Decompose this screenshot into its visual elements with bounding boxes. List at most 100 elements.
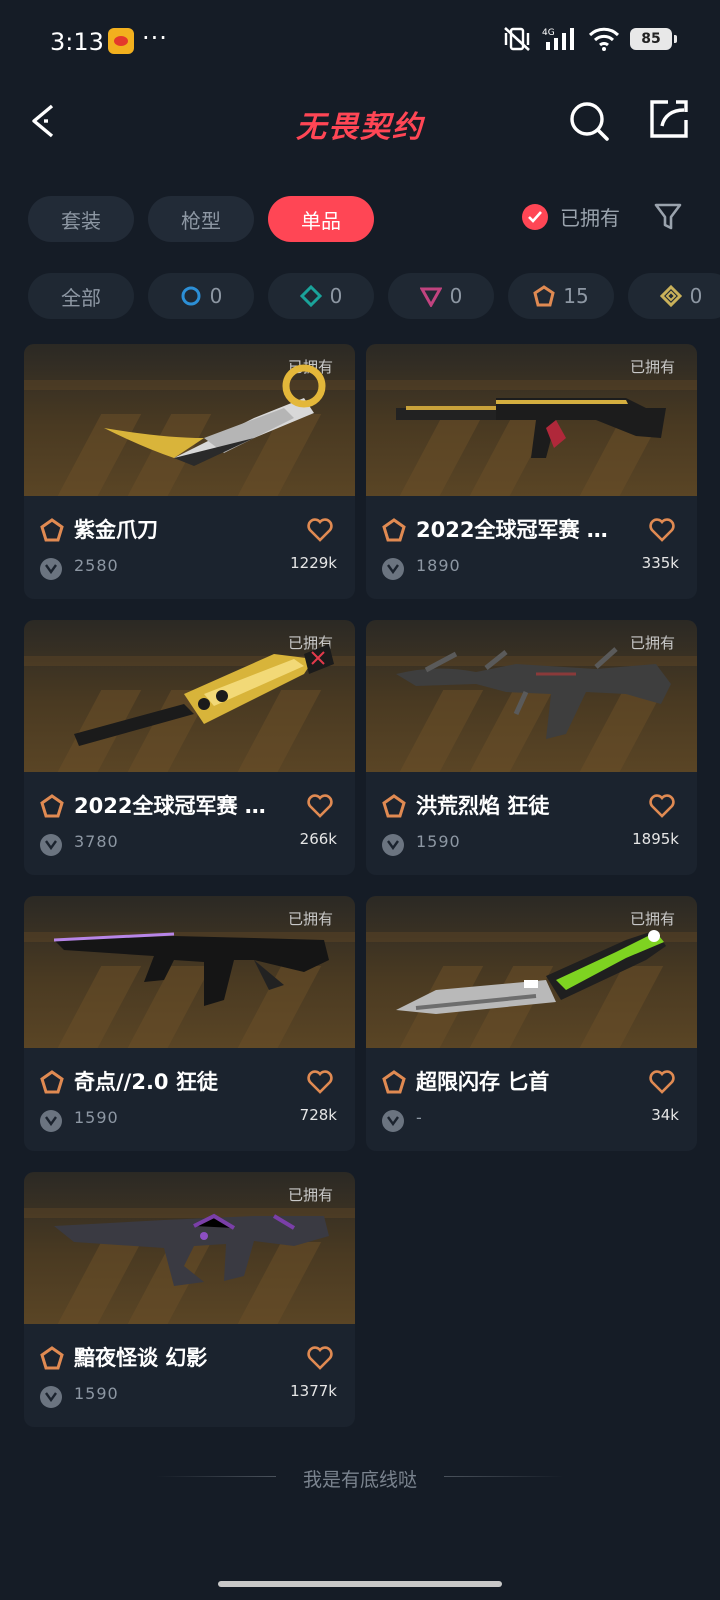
heart-icon[interactable] [307,794,333,818]
ultra-tier-icon [659,285,682,307]
tab-weapon-types[interactable]: 枪型 [148,196,254,242]
butterfly-knife-image [74,644,334,746]
exclusive-tier-icon [40,1070,64,1094]
skin-price: 3780 [74,832,119,851]
owned-filter-label: 已拥有 [560,206,620,230]
rarity-filter-ultra[interactable]: 0 [628,273,720,319]
deluxe-tier-icon [299,285,322,307]
vandal-image [396,647,671,739]
status-bar: 3:13 ··· 4G 85 [0,0,720,80]
skin-card[interactable]: 已拥有 奇点//2.0 狂徒 1590 728k [24,896,355,1151]
skin-price: - [416,1108,423,1127]
skin-image: 已拥有 [366,896,697,1048]
like-count: 335k [641,554,679,572]
exclusive-tier-icon [382,1070,406,1094]
home-indicator[interactable] [218,1581,502,1587]
weibo-notification-icon [108,28,134,54]
exclusive-tier-icon [533,285,555,307]
rarity-filter-count: 0 [449,284,463,308]
skin-image: 已拥有 [366,620,697,772]
skin-card[interactable]: 已拥有 2022全球冠军赛 … 1890 335k [366,344,697,599]
exclusive-tier-icon [40,794,64,818]
skin-name: 奇点//2.0 狂徒 [74,1070,218,1094]
exclusive-tier-icon [40,518,64,542]
vp-currency-icon [382,1110,404,1132]
rarity-filter-count: 0 [329,284,343,308]
share-icon[interactable] [646,96,692,142]
app-header: 无畏契约 [0,90,720,154]
skin-price: 1590 [74,1384,119,1403]
vibrate-mute-icon [504,27,530,51]
skin-card[interactable]: 已拥有 超限闪存 匕首 - 34k [366,896,697,1151]
heart-icon[interactable] [649,518,675,542]
signal-icon: 4G [542,28,574,50]
battery-indicator: 85 [630,28,677,50]
skin-info: 黯夜怪谈 幻影 1590 1377k [24,1324,355,1427]
skin-info: 紫金爪刀 2580 1229k [24,496,355,599]
category-tabs: 套装 枪型 单品 [28,196,374,242]
skin-price: 1590 [74,1108,119,1127]
skin-name: 2022全球冠军赛 … [74,794,266,818]
skin-card[interactable]: 已拥有 黯夜怪谈 幻影 1590 1377k [24,1172,355,1427]
skin-card[interactable]: 已拥有 洪荒烈焰 狂徒 1590 1895k [366,620,697,875]
skin-name: 紫金爪刀 [74,518,158,542]
rarity-filter-select[interactable]: 0 [148,273,254,319]
like-count: 34k [651,1106,679,1124]
rarity-filter-count: 15 [563,284,589,308]
rarity-filter-premium[interactable]: 0 [388,273,494,319]
skin-image: 已拥有 [24,620,355,772]
like-count: 728k [299,1106,337,1124]
skin-price: 1890 [416,556,461,575]
tab-suits[interactable]: 套装 [28,196,134,242]
check-icon [522,203,548,230]
like-count: 266k [299,830,337,848]
heart-icon[interactable] [649,1070,675,1094]
exclusive-tier-icon [40,1346,64,1370]
app-title: 无畏契约 [296,110,424,145]
vp-currency-icon [40,1110,62,1132]
phantom-image [54,1213,329,1286]
rarity-filter-row: 全部 0 0 0 15 0 [28,273,720,319]
rarity-filter-count: 0 [209,284,223,308]
skin-card[interactable]: 已拥有 2022全球冠军赛 … 3780 266k [24,620,355,875]
vp-currency-icon [382,558,404,580]
vp-currency-icon [382,834,404,856]
wifi-icon [588,27,620,51]
rarity-filter-all[interactable]: 全部 [28,273,134,319]
heart-icon[interactable] [307,518,333,542]
owned-filter-toggle[interactable]: 已拥有 [522,202,620,231]
karambit-image [104,364,326,466]
heart-icon[interactable] [307,1070,333,1094]
skin-name: 黯夜怪谈 幻影 [74,1346,208,1370]
skin-image: 已拥有 [24,896,355,1048]
rarity-filter-label: 全部 [61,285,101,310]
rarity-filter-deluxe[interactable]: 0 [268,273,374,319]
skin-info: 2022全球冠军赛 … 3780 266k [24,772,355,875]
knife-image [396,930,666,1014]
skin-image: 已拥有 [366,344,697,496]
network-type: 4G [542,28,555,38]
like-count: 1377k [290,1382,337,1400]
exclusive-tier-icon [382,518,406,542]
more-notifications-icon: ··· [142,24,168,52]
exclusive-tier-icon [382,794,406,818]
filter-icon[interactable] [654,202,682,232]
end-of-list-text: 我是有底线哒 [302,1469,417,1491]
vp-currency-icon [40,558,62,580]
skin-info: 2022全球冠军赛 … 1890 335k [366,496,697,599]
skin-image: 已拥有 [24,1172,355,1324]
skin-info: 奇点//2.0 狂徒 1590 728k [24,1048,355,1151]
tab-single-items[interactable]: 单品 [268,196,374,242]
skin-card[interactable]: 已拥有 紫金爪刀 2580 1229k [24,344,355,599]
vp-currency-icon [40,1386,62,1408]
rarity-filter-exclusive[interactable]: 15 [508,273,614,319]
heart-icon[interactable] [307,1346,333,1370]
skin-info: 洪荒烈焰 狂徒 1590 1895k [366,772,697,875]
rifle-image [396,398,666,458]
skin-name: 洪荒烈焰 狂徒 [416,794,550,818]
rarity-filter-count: 0 [689,284,703,308]
heart-icon[interactable] [649,794,675,818]
like-count: 1229k [290,554,337,572]
like-count: 1895k [632,830,679,848]
search-icon[interactable] [566,98,612,144]
